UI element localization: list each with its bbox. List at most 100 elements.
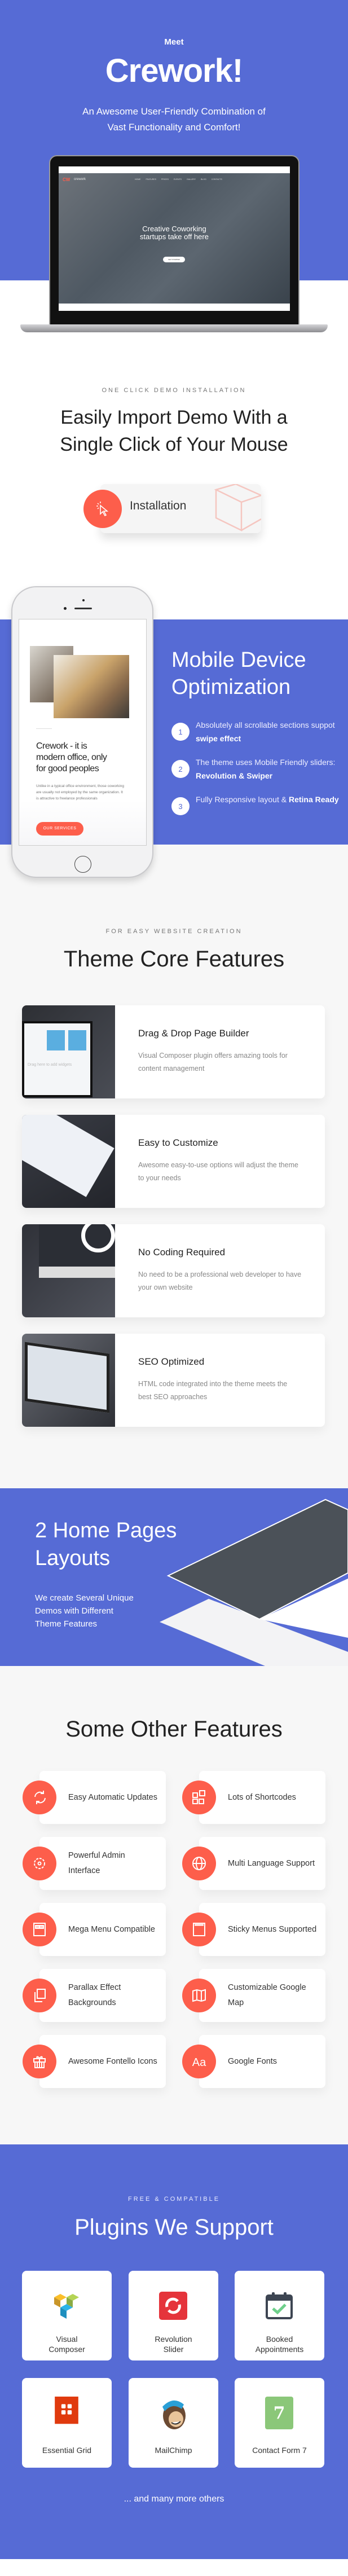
mobile-feature-item: The theme uses Mobile Friendly sliders: … <box>196 755 348 783</box>
layouts-title-line: 2 Home Pages <box>35 1519 177 1542</box>
site-nav-item[interactable]: HOME <box>135 178 141 181</box>
plugin-name: Essential Grid <box>22 2445 112 2455</box>
site-nav: HOME FEATURES PRICES EVENTS GALLERY BLOG CONTA… <box>135 178 222 181</box>
site-nav-item[interactable]: EVENTS <box>174 178 182 181</box>
phone-heading-line: modern office, only <box>36 753 107 762</box>
other-feature-label: Multi Language Support <box>228 1837 318 1890</box>
core-feature-desc: HTML code integrated into the theme meet… <box>138 1380 288 1401</box>
other-feature-label: Sticky Menus Supported <box>228 1903 318 1956</box>
box-icon <box>214 484 261 532</box>
plugin-name-line: Booked <box>266 2335 293 2344</box>
other-title: Some Other Features <box>65 1717 283 1742</box>
layouts-desc-line: Demos with Different <box>35 1606 113 1616</box>
phone-divider <box>36 728 52 729</box>
plugin-card: MailChimp <box>129 2378 218 2468</box>
installation-button[interactable]: Installation <box>100 484 261 533</box>
plugin-name-line: Appointments <box>255 2345 304 2354</box>
other-feature-text: Lots of Shortcodes <box>228 1792 296 1802</box>
gift-icon <box>23 2045 56 2078</box>
phone-heading-line: for good peoples <box>36 764 99 773</box>
plugin-name-line: Essential Grid <box>42 2446 92 2455</box>
demo-eyebrow: ONE CLICK DEMO INSTALLATION <box>102 387 246 394</box>
laptop-screen-photo: CW crework HOME FEATURES PRICES EVENTS GALLE… <box>59 173 290 304</box>
site-nav-item[interactable]: BLOG <box>201 178 206 181</box>
plugin-card: Visual Composer <box>22 2271 112 2360</box>
plugin-card: Essential Grid <box>22 2378 112 2468</box>
core-feature-image: Drag here to add widgets <box>22 1005 115 1098</box>
hero-title: Crework! <box>105 52 243 89</box>
phone-heading: Crework - it is modern office, only for … <box>36 741 107 775</box>
core-feature-title: No Coding Required <box>138 1247 226 1258</box>
demo-title-line: Easily Import Demo With a <box>60 407 288 428</box>
mobile-title-line: Mobile Device <box>171 648 306 672</box>
site-nav-item[interactable]: FEATURES <box>146 178 156 181</box>
calendar-check-icon <box>265 2292 293 2326</box>
other-feature-text: Customizable Google Map <box>228 1983 306 2007</box>
other-feature-text: Awesome Fontello Icons <box>68 2056 157 2066</box>
plugin-name: Revolution Slider <box>129 2334 218 2354</box>
plugin-name-line: Contact Form 7 <box>252 2446 307 2455</box>
mobile-feature-text: Fully Responsive layout & <box>196 795 289 804</box>
layouts-title: 2 Home Pages Layouts <box>35 1517 177 1572</box>
layouts-desc-line: Theme Features <box>35 1619 98 1629</box>
phone-speaker <box>74 608 92 609</box>
layouts-desc-line: We create Several Unique <box>35 1593 134 1603</box>
our-services-button[interactable]: OUR SERVICES <box>36 822 83 836</box>
other-feature-label: Mega Menu Compatible <box>68 1903 158 1956</box>
map-icon <box>182 1979 216 2012</box>
visual-composer-logo <box>52 2292 81 2326</box>
globe-icon <box>182 1847 216 1880</box>
core-title: Theme Core Features <box>63 947 285 972</box>
other-feature-label: Powerful Admin Interface <box>68 1837 158 1890</box>
mobile-feature-highlight: Revolution & Swiper <box>196 771 273 780</box>
core-feature-card: Easy to Customize Awesome easy-to-use op… <box>22 1115 325 1208</box>
other-feature-text: Parallax Effect Backgrounds <box>68 1983 121 2007</box>
layers-icon <box>23 1979 56 2012</box>
site-nav-item[interactable]: GALLERY <box>187 178 196 181</box>
site-logo-mark: CW <box>63 177 71 182</box>
other-feature-label: Awesome Fontello Icons <box>68 2035 158 2088</box>
mega-menu-icon <box>23 1913 56 1946</box>
step-number-badge: 1 <box>171 723 190 741</box>
site-logo-text: crework <box>74 178 86 181</box>
demo-title: Easily Import Demo With a Single Click o… <box>0 404 348 458</box>
phone-camera <box>82 599 85 601</box>
demo-title-line: Single Click of Your Mouse <box>60 434 288 455</box>
other-feature-text: Powerful Admin Interface <box>68 1851 125 1875</box>
home-layouts-mockup <box>160 1498 348 1666</box>
site-cta-button[interactable]: GET STARTED <box>163 257 185 262</box>
mobile-feature-item: Absolutely all scrollable sections suppo… <box>196 718 348 745</box>
svg-text:Aa: Aa <box>192 2056 206 2069</box>
core-feature-desc: Awesome easy-to-use options will adjust … <box>138 1161 298 1182</box>
plugin-name-line: Composer <box>49 2345 85 2354</box>
phone-home-button <box>74 856 91 873</box>
phone-sensor <box>64 607 67 610</box>
site-nav-item[interactable]: PRICES <box>161 178 169 181</box>
site-headline-line: startups take off here <box>140 232 209 241</box>
phone-photo-front <box>54 655 129 718</box>
mobile-feature-highlight: swipe effect <box>196 734 241 743</box>
plugin-name: Booked Appointments <box>235 2334 324 2354</box>
other-feature-label: Lots of Shortcodes <box>228 1771 318 1824</box>
phone-body-text: Unlike in a typical office environment, … <box>36 784 124 801</box>
plugins-eyebrow: FREE & COMPATIBLE <box>127 2196 221 2203</box>
core-feature-title: Easy to Customize <box>138 1137 218 1148</box>
layouts-desc: We create Several Unique Demos with Diff… <box>35 1592 134 1630</box>
core-feature-card: Drag here to add widgets Drag & Drop Pag… <box>22 1005 325 1098</box>
plugin-name-line: Slider <box>163 2345 184 2354</box>
plugin-card: Revolution Slider <box>129 2271 218 2360</box>
site-nav-item[interactable]: CONTACTS <box>212 178 222 181</box>
plugin-name: MailChimp <box>129 2445 218 2455</box>
core-feature-image <box>22 1115 115 1208</box>
other-feature-text: Multi Language Support <box>228 1858 315 1868</box>
other-feature-label: Easy Automatic Updates <box>68 1771 158 1824</box>
mobile-feature-text: The theme uses Mobile Friendly sliders: <box>196 758 336 767</box>
other-feature-text: Sticky Menus Supported <box>228 1924 317 1934</box>
hero-eyebrow: Meet <box>164 37 184 47</box>
installation-label: Installation <box>130 499 187 512</box>
core-feature-title: SEO Optimized <box>138 1356 205 1367</box>
cursor-click-icon <box>83 490 122 528</box>
gear-icon <box>23 1847 56 1880</box>
hero-subtitle-line: An Awesome User-Friendly Combination of <box>82 106 266 117</box>
mailchimp-logo <box>159 2397 187 2430</box>
